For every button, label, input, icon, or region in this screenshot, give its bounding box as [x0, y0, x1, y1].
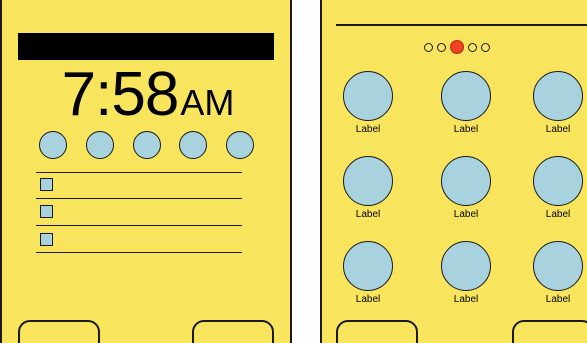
list-checkbox[interactable] [40, 205, 53, 218]
app-tile[interactable]: Label [528, 71, 587, 135]
app-label: Label [453, 294, 479, 305]
shortcut-icon[interactable] [179, 131, 208, 159]
status-bar [18, 33, 274, 60]
page-dot[interactable] [481, 42, 490, 52]
phone-screen-left: 7:58AM [0, 0, 292, 343]
shortcut-icon[interactable] [226, 131, 254, 159]
softkey-right[interactable] [192, 320, 274, 343]
page-dot[interactable] [468, 42, 477, 52]
app-tile[interactable]: Label [338, 156, 398, 220]
clock-time: 7:58 [61, 60, 180, 129]
page-dot[interactable] [437, 42, 446, 52]
app-tile[interactable]: Label [338, 71, 398, 135]
shortcut-icon[interactable] [132, 131, 161, 159]
page-dot-active[interactable] [450, 40, 464, 54]
app-tile[interactable]: Label [338, 241, 398, 305]
page-dot[interactable] [424, 42, 433, 52]
list-divider [36, 252, 242, 253]
app-icon [343, 156, 393, 206]
app-label: Label [453, 209, 479, 220]
app-label: Label [355, 124, 381, 135]
softkey-left[interactable] [18, 320, 100, 343]
softkey-right[interactable] [512, 320, 587, 343]
shortcut-icon[interactable] [39, 131, 67, 159]
app-label: Label [545, 294, 571, 305]
app-tile[interactable]: Label [528, 241, 587, 305]
app-tile[interactable]: Label [436, 156, 496, 220]
shortcut-icon[interactable] [85, 131, 114, 159]
app-label: Label [355, 209, 381, 220]
app-label: Label [545, 124, 571, 135]
app-icon [343, 241, 393, 291]
app-label: Label [545, 209, 571, 220]
header-divider [336, 24, 587, 26]
shortcut-row [39, 131, 254, 161]
list-divider [36, 225, 242, 226]
app-icon [343, 71, 393, 121]
app-tile[interactable]: Label [436, 241, 496, 305]
app-icon [533, 241, 583, 291]
app-icon [441, 156, 491, 206]
app-icon [533, 71, 583, 121]
app-label: Label [355, 294, 381, 305]
app-tile[interactable]: Label [436, 71, 496, 135]
list-divider [36, 172, 242, 173]
list-checkbox[interactable] [40, 233, 53, 246]
clock-ampm: AM [180, 82, 235, 123]
clock: 7:58AM [2, 64, 290, 126]
app-label: Label [453, 124, 479, 135]
list-checkbox[interactable] [40, 178, 53, 191]
page-indicator [424, 40, 490, 54]
app-icon [441, 241, 491, 291]
app-tile[interactable]: Label [528, 156, 587, 220]
list-divider [36, 198, 242, 199]
softkey-left[interactable] [336, 320, 418, 343]
app-icon [441, 71, 491, 121]
app-icon [533, 156, 583, 206]
phone-screen-right: Label Label Label Label Label Label Labe… [320, 0, 587, 343]
